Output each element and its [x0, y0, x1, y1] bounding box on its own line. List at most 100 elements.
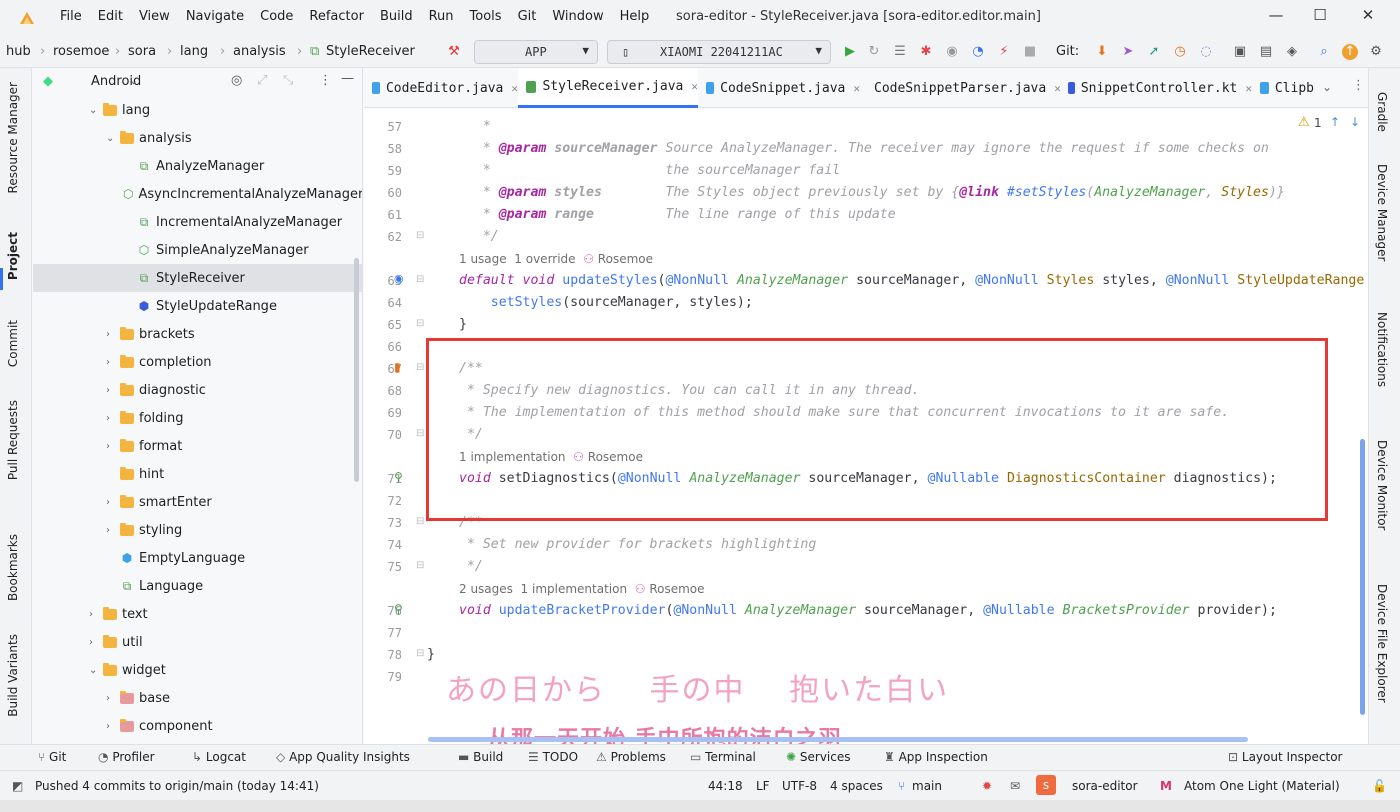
git-branch[interactable]: main: [912, 779, 942, 793]
device-select[interactable]: ▯ XIAOMI 22041211AC ▼: [607, 40, 831, 64]
tab-codeeditor-java[interactable]: CodeEditor.java ✕: [364, 68, 518, 108]
menu-build[interactable]: Build: [372, 9, 421, 24]
minimize-icon[interactable]: —: [1266, 6, 1286, 26]
run-icon[interactable]: ▶: [842, 44, 858, 60]
menu-window[interactable]: Window: [544, 9, 611, 24]
attach-icon[interactable]: ◉: [944, 44, 960, 60]
fold-icon[interactable]: ⊟: [416, 230, 424, 241]
tab-snippetcontroller-kt[interactable]: SnippetController.kt ✕: [1060, 68, 1252, 108]
toolwindow-app-quality-insights[interactable]: ◇ App Quality Insights: [276, 750, 410, 764]
tab-bookmarks[interactable]: Bookmarks: [6, 534, 20, 601]
chevron-right-icon[interactable]: ›: [106, 693, 120, 704]
tree-item-lang[interactable]: ⌄ lang: [33, 96, 362, 124]
tab-pull-requests[interactable]: Pull Requests: [6, 400, 20, 480]
git-history-icon[interactable]: ◷: [1172, 44, 1188, 60]
toolwindow-app-inspection[interactable]: ♜ App Inspection: [884, 750, 988, 764]
toolwindow-terminal[interactable]: ▭ Terminal: [690, 750, 756, 764]
debug-icon[interactable]: ✱: [918, 44, 934, 60]
chevron-right-icon[interactable]: ›: [89, 609, 103, 620]
theme-name[interactable]: Atom One Light (Material): [1184, 779, 1340, 793]
expand-all-icon[interactable]: ⤢: [257, 73, 267, 88]
fold-icon[interactable]: ⊟: [416, 362, 424, 373]
toolwindow-profiler[interactable]: ◔ Profiler: [98, 750, 155, 764]
tab-clipb[interactable]: Clipb: [1252, 68, 1314, 108]
git-push-icon[interactable]: ➚: [1146, 44, 1162, 60]
alert-icon[interactable]: ✹: [982, 779, 992, 793]
status-toggle-icon[interactable]: ◩: [12, 779, 23, 793]
tree-item-language[interactable]: ⧉ Language: [33, 572, 362, 600]
menu-help[interactable]: Help: [612, 9, 658, 24]
close-tab-icon[interactable]: ✕: [853, 82, 860, 95]
fold-icon[interactable]: ⊟: [416, 648, 424, 659]
chevron-right-icon[interactable]: ›: [106, 385, 120, 396]
rerun-icon[interactable]: ↻: [866, 44, 882, 60]
chevron-down-icon[interactable]: ⌄: [89, 665, 103, 676]
tree-item-analyzemanager[interactable]: ⧉ AnalyzeManager: [33, 152, 362, 180]
profiler-icon[interactable]: ◔: [970, 44, 986, 60]
tree-item-text[interactable]: › text: [33, 600, 362, 628]
settings-gear-icon[interactable]: ⚙: [1368, 44, 1384, 60]
line-separator[interactable]: LF: [756, 779, 770, 793]
doc-gutter-icon[interactable]: ▮: [394, 360, 401, 374]
tree-item-base[interactable]: › base: [33, 684, 362, 712]
status-message[interactable]: Pushed 4 commits to origin/main (today 1…: [35, 779, 319, 793]
menu-tools[interactable]: Tools: [462, 9, 510, 24]
tree-item-brackets[interactable]: › brackets: [33, 320, 362, 348]
implementation-gutter-icon[interactable]: ⚲: [394, 602, 403, 616]
close-icon[interactable]: ✕: [1358, 6, 1378, 26]
toolwindow-problems[interactable]: ⚠ Problems: [596, 750, 666, 764]
breadcrumb-rosemoe[interactable]: rosemoe: [53, 44, 109, 59]
next-highlight-icon[interactable]: ↓: [1350, 115, 1360, 129]
tab-stylereceiver-java[interactable]: StyleReceiver.java ✕: [518, 68, 698, 108]
close-tab-icon[interactable]: ✕: [511, 82, 518, 95]
chevron-right-icon[interactable]: ›: [106, 329, 120, 340]
close-tab-icon[interactable]: ✕: [1245, 82, 1252, 95]
tree-item-completion[interactable]: › completion: [33, 348, 362, 376]
tab-project[interactable]: Project: [6, 232, 20, 280]
apply-changes-icon[interactable]: ⚡: [996, 44, 1012, 60]
tab-codesnippetparser-java[interactable]: CodeSnippetParser.java ✕: [860, 68, 1061, 108]
toolwindow-todo[interactable]: ☰ TODO: [528, 750, 578, 764]
tree-item-emptylanguage[interactable]: ⬢ EmptyLanguage: [33, 544, 362, 572]
breadcrumb-lang[interactable]: lang: [180, 44, 208, 59]
fold-icon[interactable]: ⊟: [416, 516, 424, 527]
stop-icon[interactable]: ■: [1022, 44, 1038, 60]
chevron-down-icon[interactable]: ⌄: [106, 133, 120, 144]
tree-item-smartenter[interactable]: › smartEnter: [33, 488, 362, 516]
sync-icon[interactable]: ◈: [1284, 44, 1300, 60]
chevron-down-icon[interactable]: ⌄: [89, 105, 103, 116]
breadcrumb-hub[interactable]: hub: [6, 44, 31, 59]
toolwindow-build[interactable]: ▬ Build: [458, 750, 503, 764]
chevron-right-icon[interactable]: ›: [106, 357, 120, 368]
coverage-icon[interactable]: ☰: [892, 44, 908, 60]
chevron-right-icon[interactable]: ›: [89, 637, 103, 648]
menu-edit[interactable]: Edit: [90, 9, 131, 24]
tab-more-icon[interactable]: ⋮: [1352, 78, 1365, 93]
git-update-icon[interactable]: ⬇: [1094, 44, 1110, 60]
tree-item-component[interactable]: › component: [33, 712, 362, 740]
menu-git[interactable]: Git: [510, 9, 545, 24]
tab-device-file-explorer[interactable]: Device File Explorer: [1375, 584, 1389, 703]
code-editor[interactable]: ⚠ 1 ↑ ↓ 57 58 59 60 61 62 63 64 65 66 67…: [364, 109, 1368, 744]
git-commit-icon[interactable]: ➤: [1120, 44, 1136, 60]
breadcrumb-stylereceiver[interactable]: StyleReceiver: [326, 44, 415, 59]
caret-position[interactable]: 44:18: [708, 779, 743, 793]
usage-hint[interactable]: 2 usages 1 implementation ⚇ Rosemoe: [459, 582, 705, 596]
override-gutter-icon[interactable]: ◉: [394, 272, 404, 285]
fold-icon[interactable]: ⊟: [416, 318, 424, 329]
chevron-right-icon[interactable]: ›: [106, 413, 120, 424]
indent-setting[interactable]: 4 spaces: [830, 779, 883, 793]
toolwindow-services[interactable]: ✺ Services: [786, 750, 851, 764]
menu-code[interactable]: Code: [252, 9, 301, 24]
collapse-all-icon[interactable]: ⤡: [283, 73, 293, 88]
toolwindow-logcat[interactable]: ↳ Logcat: [192, 750, 246, 764]
locate-icon[interactable]: ◎: [231, 73, 242, 88]
device-manager-icon[interactable]: ▣: [1232, 44, 1248, 60]
tab-list-down-icon[interactable]: ⌄: [1322, 80, 1332, 94]
chevron-right-icon[interactable]: ›: [106, 721, 120, 732]
fold-icon[interactable]: ⊟: [416, 274, 424, 285]
tab-notifications[interactable]: Notifications: [1375, 312, 1389, 387]
usage-hint[interactable]: 1 usage 1 override ⚇ Rosemoe: [459, 252, 653, 266]
fold-icon[interactable]: ⊟: [416, 560, 424, 571]
toolwindow-git[interactable]: ⑂ Git: [38, 750, 66, 764]
